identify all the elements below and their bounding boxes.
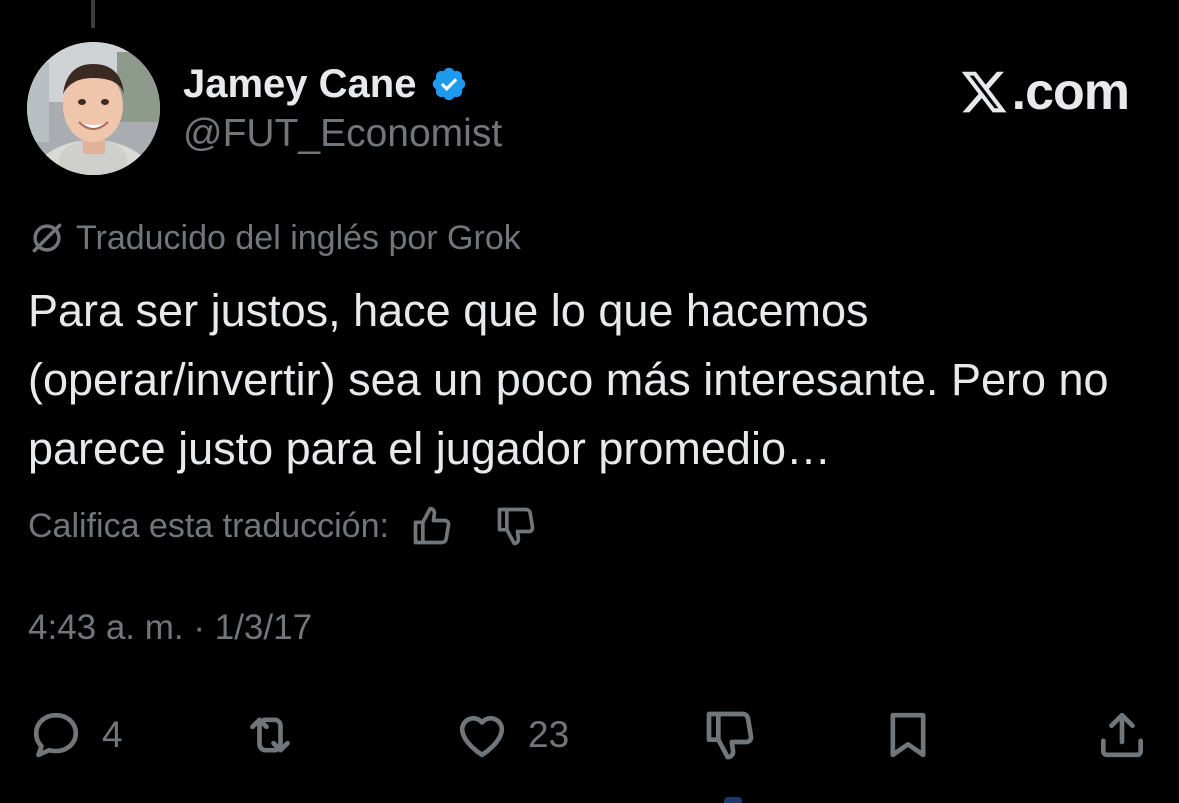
- author-handle[interactable]: @FUT_Economist: [183, 112, 502, 156]
- reply-count: 4: [102, 714, 123, 755]
- tweet-body-text: Para ser justos, hace que lo que hacemos…: [28, 285, 1109, 474]
- repost-button[interactable]: [242, 700, 316, 770]
- avatar-photo: [27, 42, 160, 175]
- bookmark-button[interactable]: [880, 700, 936, 770]
- reply-button[interactable]: 4: [28, 700, 123, 770]
- avatar[interactable]: [27, 42, 160, 175]
- thumbs-down-button[interactable]: [493, 503, 539, 549]
- share-icon: [1101, 712, 1143, 758]
- scroll-indicator: [724, 797, 742, 803]
- rate-translation-row: Califica esta traducción:: [28, 500, 539, 552]
- thumbs-down-icon: [497, 507, 535, 546]
- tweet-timestamp[interactable]: 4:43 a. m. · 1/3/17: [28, 608, 312, 648]
- author-name-row: Jamey Cane: [183, 60, 468, 108]
- thumbs-down-icon: [706, 711, 754, 760]
- tweet-action-bar: 4 23: [0, 700, 1179, 770]
- translation-notice-text: Traducido del inglés por Grok: [76, 218, 521, 257]
- downvote-button[interactable]: [702, 700, 758, 770]
- repost-icon: [250, 717, 290, 753]
- bookmark-icon: [890, 712, 926, 758]
- reply-icon: [33, 712, 79, 758]
- rate-translation-label: Califica esta traducción:: [28, 506, 389, 545]
- grok-icon: [32, 223, 62, 253]
- verified-badge-icon[interactable]: [430, 65, 468, 103]
- thread-connector-line: [91, 0, 95, 28]
- translation-notice: Traducido del inglés por Grok: [28, 214, 521, 262]
- author-display-name[interactable]: Jamey Cane: [183, 62, 416, 107]
- heart-icon: [459, 715, 505, 758]
- share-button[interactable]: [1094, 700, 1150, 770]
- brand-domain-text: .com: [1011, 63, 1130, 121]
- like-button[interactable]: 23: [454, 700, 569, 770]
- thumbs-up-icon: [413, 506, 451, 545]
- thumbs-up-button[interactable]: [409, 503, 455, 549]
- x-logo-icon: [961, 71, 1007, 113]
- like-count: 23: [528, 714, 570, 755]
- x-com-brand: .com: [958, 62, 1130, 122]
